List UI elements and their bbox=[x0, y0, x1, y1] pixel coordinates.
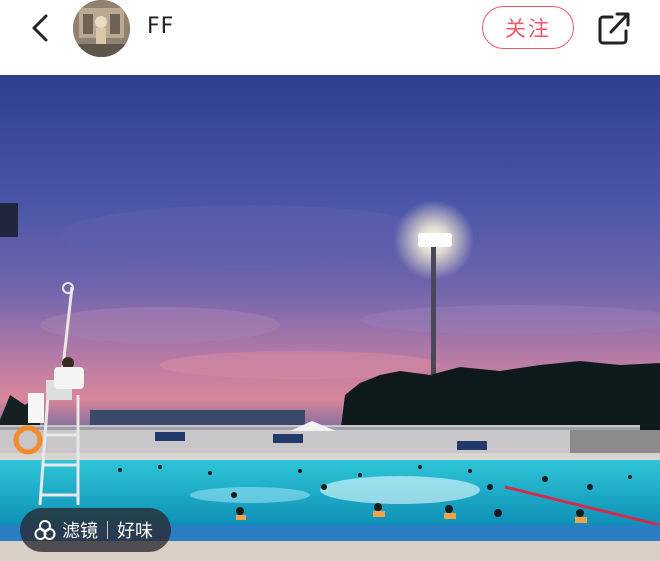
username[interactable]: FF bbox=[147, 14, 174, 39]
filter-divider bbox=[107, 521, 108, 539]
follow-button[interactable]: 关注 bbox=[482, 6, 574, 49]
back-icon[interactable] bbox=[22, 8, 58, 48]
avatar-image bbox=[73, 0, 130, 57]
top-bar: FF 关注 bbox=[0, 0, 660, 75]
pool-scene-image bbox=[0, 75, 660, 561]
share-icon[interactable] bbox=[596, 9, 632, 47]
filter-label: 滤镜 bbox=[62, 521, 98, 542]
post-photo[interactable] bbox=[0, 75, 660, 561]
filter-icon bbox=[34, 520, 56, 540]
filter-chip[interactable]: 滤镜 好味 bbox=[20, 508, 171, 552]
filter-name: 好味 bbox=[117, 521, 153, 542]
avatar[interactable] bbox=[73, 0, 130, 57]
